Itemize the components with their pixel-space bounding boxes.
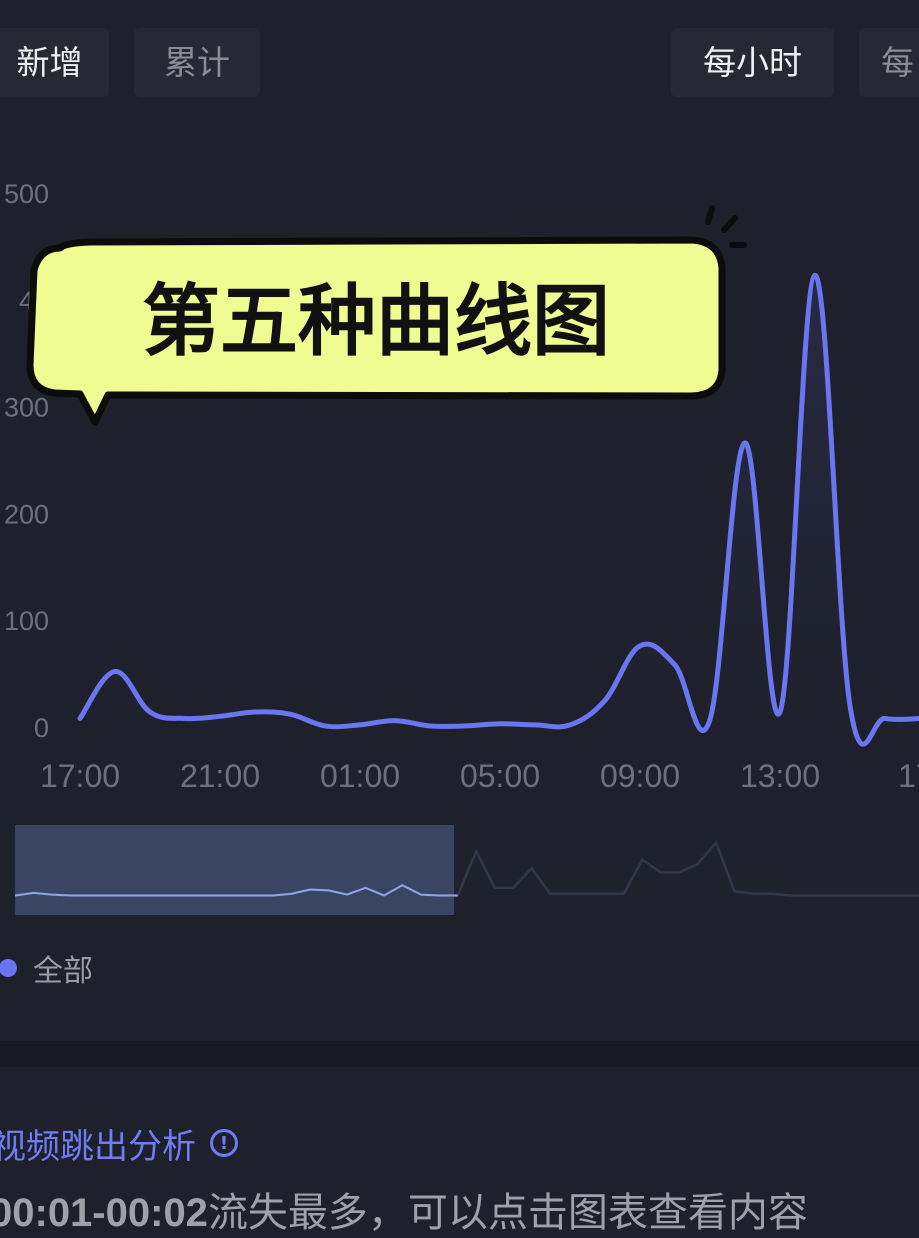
y-tick-label: 200: [4, 499, 49, 529]
speech-bubble: 第五种曲线图: [26, 205, 747, 426]
section-divider: [0, 1041, 919, 1067]
legend[interactable]: 全部: [0, 946, 93, 990]
bounce-analysis-description: 00:01-00:02流失最多，可以点击图表查看内容: [0, 1180, 808, 1238]
bounce-analysis-title: 视频跳出分析 !: [0, 1120, 238, 1167]
bounce-analysis-title-text: 视频跳出分析: [0, 1126, 196, 1167]
x-tick-label: 05:00: [460, 758, 540, 794]
accent-mark: [705, 205, 715, 225]
legend-label-all[interactable]: 全部: [33, 946, 93, 990]
tab-new[interactable]: 新增: [0, 28, 109, 97]
tab-hourly[interactable]: 每小时: [671, 28, 834, 97]
bubble-title: 第五种曲线图: [142, 277, 610, 367]
legend-dot: [0, 959, 17, 977]
x-axis: 17:00 21:00 01:00 05:00 09:00 13:00 17: [40, 758, 919, 794]
y-tick-label: 500: [4, 179, 49, 209]
accent-mark: [721, 215, 738, 233]
description-text: 流失最多，可以点击图表查看内容: [207, 1190, 808, 1236]
x-tick-label: 01:00: [320, 758, 400, 794]
x-tick-label: 17: [898, 758, 919, 794]
y-tick-label: 0: [34, 713, 49, 743]
line-chart[interactable]: 010020030040500 17:0021:0001:0005:0009:0…: [0, 150, 919, 810]
x-tick-label: 21:00: [180, 758, 260, 794]
y-tick-label: 100: [4, 606, 49, 636]
navigator-selection-window[interactable]: [15, 825, 454, 915]
x-tick-label: 13:00: [740, 758, 820, 794]
x-tick-label: 09:00: [600, 758, 680, 794]
drop-time-range: 00:01-00:02: [0, 1191, 208, 1235]
tab-cumulative[interactable]: 累计: [134, 28, 260, 97]
tab-daily[interactable]: 每: [859, 28, 919, 97]
range-navigator[interactable]: [0, 820, 919, 920]
x-tick-label: 17:00: [40, 758, 120, 794]
y-tick-label: 300: [4, 393, 49, 423]
info-circle-icon[interactable]: !: [210, 1129, 238, 1157]
